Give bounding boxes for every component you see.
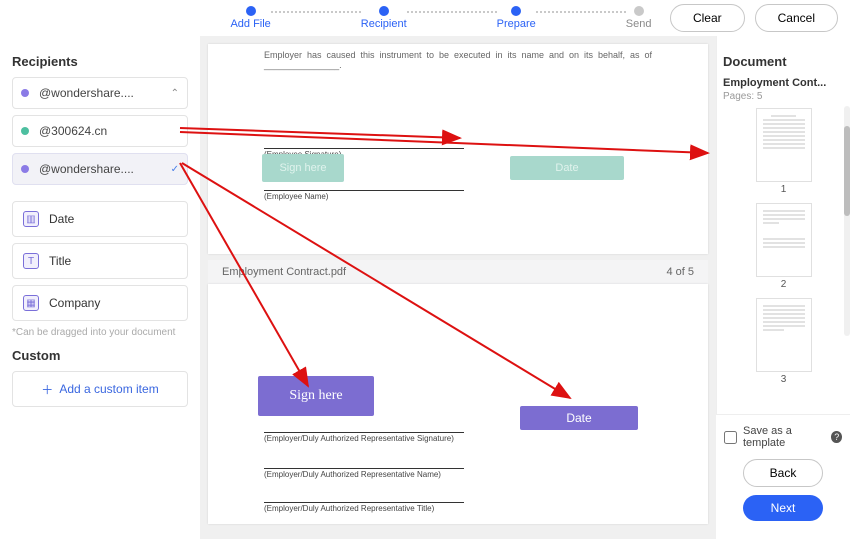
step-send: Send bbox=[626, 6, 652, 30]
thumbnail-1[interactable] bbox=[756, 108, 812, 182]
recipient-color-dot bbox=[21, 165, 29, 173]
date-field-employee[interactable]: Date bbox=[510, 156, 624, 180]
save-template-input[interactable] bbox=[724, 431, 737, 444]
recipient-email: @wondershare.... bbox=[39, 86, 161, 100]
document-panel-title: Document bbox=[723, 54, 844, 69]
document-page-4: Sign here Date (Employer/Duly Authorized… bbox=[208, 284, 708, 524]
back-button[interactable]: Back bbox=[743, 459, 823, 487]
doc-intro-text: Employer has caused this instrument to b… bbox=[264, 50, 652, 70]
plus-icon: ＋ bbox=[41, 381, 53, 398]
document-page-3: Employer has caused this instrument to b… bbox=[208, 44, 708, 254]
recipient-3[interactable]: @wondershare.... ✓ bbox=[12, 153, 188, 185]
thumbnail-number: 3 bbox=[723, 374, 844, 385]
file-name: Employment Contract.pdf bbox=[222, 266, 346, 278]
thumbnail-scrollbar[interactable] bbox=[844, 106, 850, 336]
right-panel: Document Employment Cont... Pages: 5 1 2… bbox=[716, 36, 850, 539]
footer-actions: Save as a template ? Back Next bbox=[716, 414, 850, 539]
recipient-color-dot bbox=[21, 127, 29, 135]
step-prepare[interactable]: Prepare bbox=[497, 6, 536, 30]
company-icon: ▦ bbox=[23, 295, 39, 311]
wizard-steps: Add File Recipient Prepare Send bbox=[212, 6, 670, 30]
chevron-up-icon: ⌃ bbox=[171, 88, 179, 99]
page-counter: 4 of 5 bbox=[666, 266, 694, 278]
field-label: Title bbox=[49, 254, 71, 268]
help-icon[interactable]: ? bbox=[831, 431, 842, 443]
step-add-file[interactable]: Add File bbox=[230, 6, 270, 30]
caption-rep-name: (Employer/Duly Authorized Representative… bbox=[264, 470, 441, 479]
next-button[interactable]: Next bbox=[743, 495, 823, 521]
recipient-color-dot bbox=[21, 89, 29, 97]
left-panel: Recipients @wondershare.... ⌃ @300624.cn… bbox=[0, 36, 200, 539]
custom-title: Custom bbox=[12, 348, 188, 363]
title-icon: T bbox=[23, 253, 39, 269]
check-icon: ✓ bbox=[171, 164, 179, 175]
save-template-checkbox[interactable]: Save as a template ? bbox=[724, 425, 842, 449]
field-title[interactable]: T Title bbox=[12, 243, 188, 279]
sign-here-field-employee[interactable]: Sign here bbox=[262, 154, 344, 182]
caption-rep-signature: (Employer/Duly Authorized Representative… bbox=[264, 434, 454, 443]
recipient-2[interactable]: @300624.cn bbox=[12, 115, 188, 147]
pages-info: Pages: 5 bbox=[723, 91, 844, 102]
recipient-1[interactable]: @wondershare.... ⌃ bbox=[12, 77, 188, 109]
caption-rep-title: (Employer/Duly Authorized Representative… bbox=[264, 504, 434, 513]
date-icon: ▥ bbox=[23, 211, 39, 227]
field-date[interactable]: ▥ Date bbox=[12, 201, 188, 237]
field-label: Date bbox=[49, 212, 74, 226]
add-custom-button[interactable]: ＋ Add a custom item bbox=[12, 371, 188, 407]
recipients-title: Recipients bbox=[12, 54, 188, 69]
cancel-button[interactable]: Cancel bbox=[755, 4, 838, 32]
thumbnail-2[interactable] bbox=[756, 203, 812, 277]
drag-note: *Can be dragged into your document bbox=[12, 327, 188, 338]
thumbnail-number: 1 bbox=[723, 184, 844, 195]
thumbnail-3[interactable] bbox=[756, 298, 812, 372]
clear-button[interactable]: Clear bbox=[670, 4, 745, 32]
sign-here-field-employer[interactable]: Sign here bbox=[258, 376, 374, 416]
recipient-email: @wondershare.... bbox=[39, 162, 161, 176]
step-recipient[interactable]: Recipient bbox=[361, 6, 407, 30]
caption-employee-name: (Employee Name) bbox=[264, 192, 328, 201]
recipient-email: @300624.cn bbox=[39, 124, 179, 138]
field-company[interactable]: ▦ Company bbox=[12, 285, 188, 321]
field-label: Company bbox=[49, 296, 100, 310]
file-info-bar: Employment Contract.pdf 4 of 5 bbox=[208, 260, 708, 284]
document-name: Employment Cont... bbox=[723, 77, 844, 89]
thumbnail-number: 2 bbox=[723, 279, 844, 290]
date-field-employer[interactable]: Date bbox=[520, 406, 638, 430]
